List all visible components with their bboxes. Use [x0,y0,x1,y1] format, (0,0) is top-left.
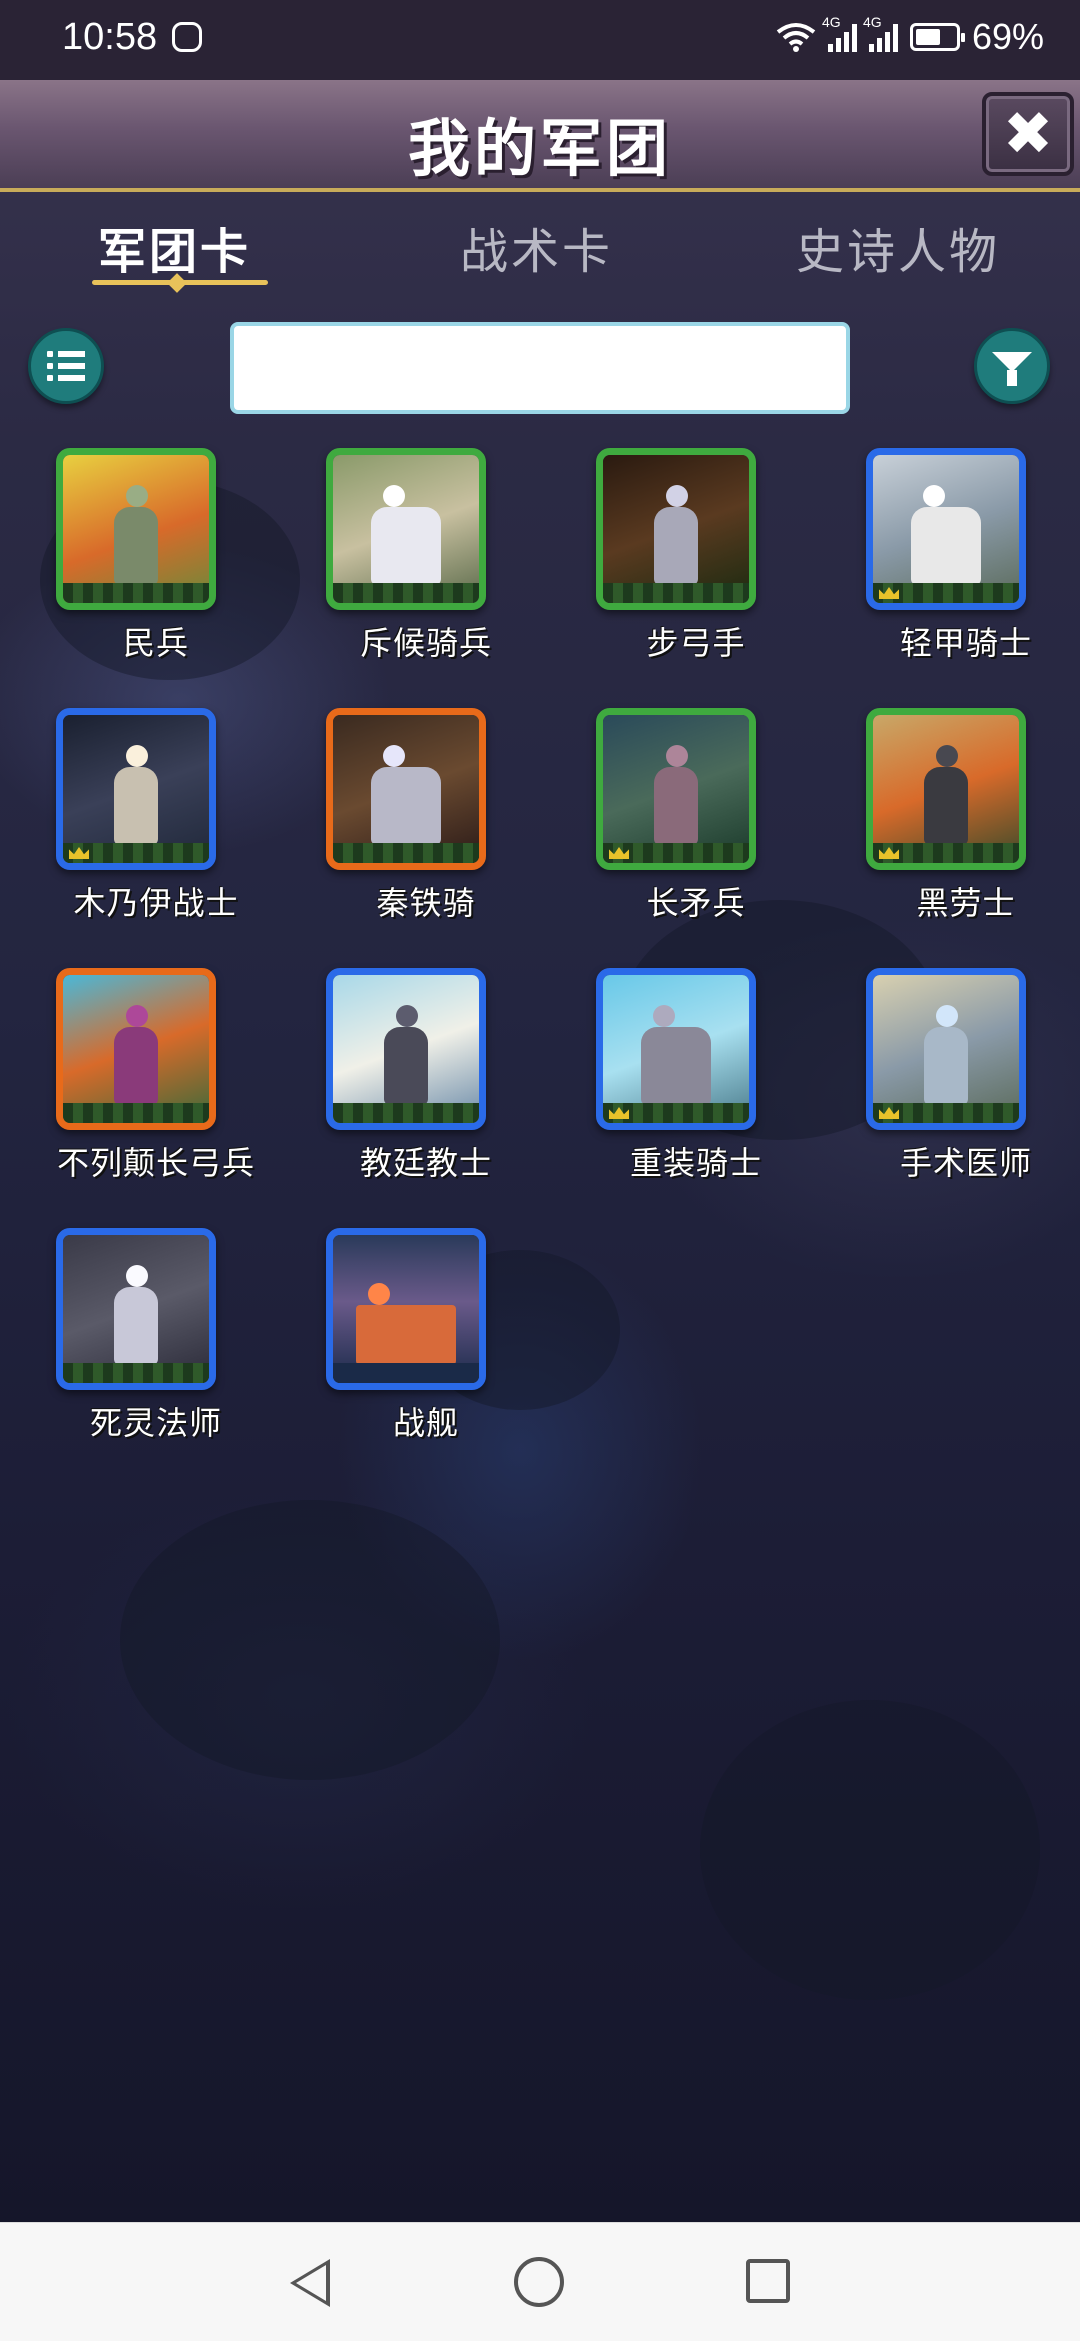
card-art [63,975,209,1123]
card-item[interactable]: 死灵法师 [26,1228,221,1442]
cellular-signal-icon-2: 4G [863,14,898,52]
card-item[interactable]: 民兵 [26,448,216,662]
page-title: 我的军团 [407,112,672,185]
card-art [603,975,749,1123]
card-name: 手术医师 [899,1144,1032,1182]
card-frame [866,968,1026,1130]
card-art [63,715,209,863]
card-art [333,975,479,1123]
card-name: 斥候骑兵 [359,624,492,662]
card-frame [596,968,756,1130]
cellular-signal-icon-1: 4G [822,14,857,52]
card-frame [596,708,756,870]
card-name: 长矛兵 [646,884,746,922]
card-item[interactable]: 黑劳士 [836,708,1026,922]
card-item[interactable]: 重装骑士 [566,968,761,1182]
status-indicators: 4G 4G 69% [776,14,1044,58]
card-item[interactable]: 长矛兵 [566,708,756,922]
card-item[interactable]: 木乃伊战士 [26,708,238,922]
card-frame [56,968,216,1130]
card-art [63,1235,209,1383]
card-name: 不列颠长弓兵 [56,1144,255,1182]
back-icon[interactable] [290,2259,330,2307]
battery-icon [909,23,965,51]
card-item[interactable]: 战舰 [296,1228,486,1442]
header-bar: 我的军团 ✖ [0,80,1080,192]
card-name: 教廷教士 [359,1144,492,1182]
card-name: 轻甲骑士 [899,624,1032,662]
card-frame [866,708,1026,870]
card-frame [866,448,1026,610]
card-name: 死灵法师 [89,1404,222,1442]
card-item[interactable]: 秦铁骑 [296,708,486,922]
card-frame [56,708,216,870]
card-item[interactable]: 教廷教士 [296,968,491,1182]
card-name: 木乃伊战士 [73,884,239,922]
card-frame [326,1228,486,1390]
card-item[interactable]: 步弓手 [566,448,756,662]
card-art [333,715,479,863]
card-item[interactable]: 斥候骑兵 [296,448,491,662]
card-name: 民兵 [122,624,189,662]
wifi-icon [776,23,816,52]
card-frame [326,448,486,610]
card-item[interactable]: 不列颠长弓兵 [26,968,254,1182]
card-art [603,455,749,603]
card-frame [56,448,216,610]
card-name: 秦铁骑 [376,884,476,922]
card-name: 步弓手 [646,624,746,662]
card-name: 战舰 [392,1404,459,1442]
card-art [873,975,1019,1123]
card-frame [56,1228,216,1390]
tab-legion-cards[interactable]: 军团卡 [98,212,251,282]
network-type-2: 4G [862,14,882,30]
network-type-1: 4G [821,14,841,30]
card-art [873,455,1019,603]
card-item[interactable]: 手术医师 [836,968,1031,1182]
card-art [333,455,479,603]
close-icon: ✖ [1002,99,1054,169]
card-name: 黑劳士 [916,884,1016,922]
battery-percent: 69% [971,16,1044,57]
recent-apps-icon[interactable] [746,2259,790,2303]
card-art [63,455,209,603]
filter-button[interactable] [974,328,1050,404]
home-icon[interactable] [514,2257,564,2307]
filter-icon [992,352,1032,386]
close-button[interactable]: ✖ [982,92,1074,176]
card-frame [596,448,756,610]
tab-tactic-cards[interactable]: 战术卡 [460,212,613,282]
card-name: 重装骑士 [629,1144,762,1182]
system-nav-bar [0,2222,1080,2341]
notification-icon [172,22,202,52]
status-time: 10:58 [62,16,158,58]
card-item[interactable]: 轻甲骑士 [836,448,1031,662]
list-icon [47,351,85,381]
card-art [873,715,1019,863]
list-view-button[interactable] [28,328,104,404]
card-frame [326,708,486,870]
search-input[interactable] [230,322,850,414]
card-art [333,1235,479,1383]
card-frame [326,968,486,1130]
tab-epic-heroes[interactable]: 史诗人物 [796,212,1000,282]
status-bar: 10:58 4G 4G 69% [0,0,1080,80]
card-art [603,715,749,863]
